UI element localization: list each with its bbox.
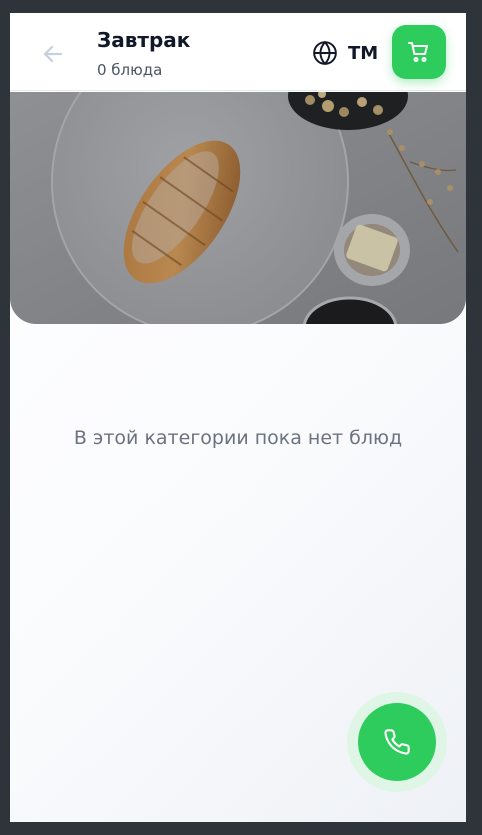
- cart-button[interactable]: [392, 25, 446, 79]
- app-screen: Завтрак 0 блюда TM В этой категории пока…: [10, 13, 466, 822]
- call-button-halo: [347, 692, 447, 792]
- category-hero-image: [10, 92, 466, 324]
- page-title: Завтрак: [97, 28, 191, 52]
- language-switcher[interactable]: TM: [312, 37, 384, 69]
- shopping-cart-icon: [408, 42, 428, 62]
- arrow-left-icon: [43, 45, 63, 63]
- back-button[interactable]: [36, 37, 70, 71]
- dish-count: 0 блюда: [97, 61, 163, 79]
- phone-icon: [384, 729, 410, 755]
- top-bar: Завтрак 0 блюда TM: [10, 13, 466, 91]
- croissant-photo: [10, 92, 466, 324]
- language-code: TM: [348, 42, 379, 64]
- globe-icon: [313, 40, 337, 66]
- empty-state-message: В этой категории пока нет блюд: [73, 427, 403, 449]
- call-button[interactable]: [358, 703, 436, 781]
